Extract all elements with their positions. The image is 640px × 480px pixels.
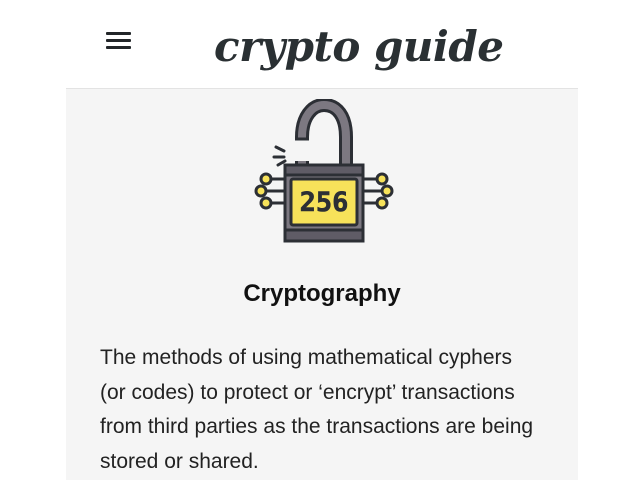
site-logo[interactable]: crypto guide [214,14,504,80]
menu-line [106,46,131,49]
menu-line [106,32,131,35]
page: crypto guide 256 Cryptography The method… [0,0,640,480]
glossary-card: 256 Cryptography The methods of using ma… [66,88,578,480]
lock-code-text: 256 [300,187,349,218]
padlock-256-icon: 256 [254,99,394,243]
card-title: Cryptography [243,280,401,307]
menu-line [106,39,131,42]
card-description: The methods of using mathematical cypher… [100,346,534,473]
hamburger-menu-icon[interactable] [104,29,134,53]
header: crypto guide [0,0,640,88]
